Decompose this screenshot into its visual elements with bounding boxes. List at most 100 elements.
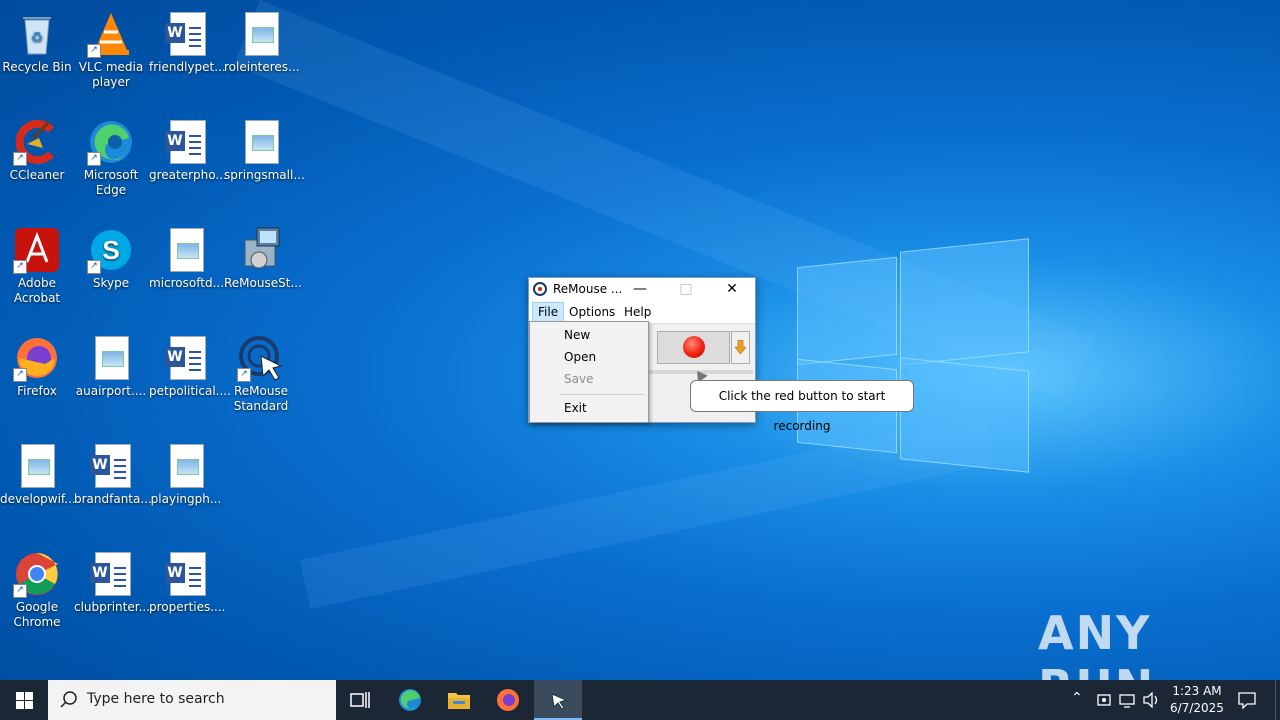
chevron-up-icon[interactable]: ⌃ (1071, 690, 1083, 706)
menu-separator (560, 394, 644, 395)
remouse-icon (551, 693, 568, 710)
desktop-icon-properties[interactable]: W properties.... (149, 546, 226, 615)
ccleaner-icon: ↗ (13, 118, 61, 166)
edge-icon (399, 689, 421, 711)
window-title: ReMouse ... (553, 282, 623, 296)
file-menu-dropdown: New Open Save Exit (529, 321, 649, 423)
desktop-icon-playingph[interactable]: playingph... (149, 438, 223, 507)
security-icon[interactable] (1096, 692, 1112, 708)
shortcut-arrow-icon: ↗ (87, 260, 101, 274)
word-document-icon: W (162, 118, 210, 166)
word-document-icon: W (87, 442, 135, 490)
image-document-icon (237, 118, 285, 166)
desktop-icon-friendlypet[interactable]: W friendlypet... (149, 6, 226, 75)
shortcut-arrow-icon: ↗ (13, 152, 27, 166)
close-button[interactable]: ✕ (709, 278, 755, 301)
desktop-icon-ccleaner[interactable]: ↗ CCleaner (0, 114, 74, 183)
image-document-icon (162, 226, 210, 274)
shortcut-arrow-icon: ↗ (13, 260, 27, 274)
menu-item-new[interactable]: New (530, 324, 646, 346)
chrome-icon: ↗ (13, 550, 61, 598)
word-document-icon: W (162, 10, 210, 58)
word-document-icon: W (87, 550, 135, 598)
desktop-icon-skype[interactable]: S ↗ Skype (74, 222, 148, 291)
desktop-icon-acrobat[interactable]: ↗ Adobe Acrobat (0, 222, 74, 306)
task-view-icon (350, 692, 370, 708)
desktop-icon-chrome[interactable]: ↗ Google Chrome (0, 546, 74, 630)
desktop-icon-microsoftd[interactable]: microsoftd... (149, 222, 224, 291)
desktop-icon-firefox[interactable]: ↗ Firefox (0, 330, 74, 399)
menu-item-open[interactable]: Open (530, 346, 646, 368)
acrobat-icon: ↗ (13, 226, 61, 274)
recycle-bin-icon: ♻ (13, 10, 61, 58)
image-document-icon (13, 442, 61, 490)
record-options-dropdown[interactable] (731, 331, 750, 364)
taskbar-firefox[interactable] (484, 680, 532, 720)
record-dot-icon (683, 336, 705, 358)
search-icon (60, 691, 77, 708)
minimize-button[interactable]: — (617, 278, 663, 301)
taskbar-search-box[interactable]: Type here to search (48, 680, 336, 720)
desktop-icon-springsmall[interactable]: springsmall... (224, 114, 305, 183)
clock-time: 1:23 AM (1172, 684, 1222, 698)
shortcut-arrow-icon: ↗ (13, 584, 27, 598)
desktop-icon-roleinteres[interactable]: roleinteres... (224, 6, 300, 75)
start-button[interactable] (0, 680, 48, 720)
shortcut-arrow-icon: ↗ (87, 152, 101, 166)
desktop-icon-greaterpho[interactable]: W greaterpho... (149, 114, 227, 183)
taskbar-file-explorer[interactable] (435, 680, 483, 720)
show-desktop-button[interactable] (1275, 680, 1280, 720)
remouse-icon: ↗ (237, 334, 285, 382)
record-button[interactable] (657, 331, 730, 364)
menu-item-save: Save (564, 372, 594, 386)
image-document-icon (237, 10, 285, 58)
taskbar-remouse[interactable] (534, 680, 582, 720)
shortcut-arrow-icon: ↗ (13, 368, 27, 382)
taskbar-clock[interactable]: 1:23 AM 6/7/2025 (1168, 683, 1226, 717)
edge-icon: ↗ (87, 118, 135, 166)
volume-icon[interactable] (1142, 692, 1160, 708)
menu-options[interactable]: Options (564, 303, 620, 321)
windows-start-icon (16, 692, 33, 709)
desktop-icon-brandfanta[interactable]: W brandfanta... (74, 438, 152, 507)
image-document-icon (162, 442, 210, 490)
menu-help[interactable]: Help (619, 303, 656, 321)
firefox-icon: ↗ (13, 334, 61, 382)
image-document-icon (87, 334, 135, 382)
notification-icon[interactable] (1238, 691, 1256, 709)
desktop-icon-auairport[interactable]: auairport.... (74, 330, 148, 399)
network-icon[interactable] (1119, 692, 1135, 708)
svg-text:S: S (102, 235, 119, 265)
menu-file[interactable]: File (532, 302, 565, 322)
word-document-icon: W (162, 334, 210, 382)
remouse-app-icon (533, 282, 547, 296)
desktop-icon-petpolitical[interactable]: W petpolitical.... (149, 330, 231, 399)
skype-icon: S ↗ (87, 226, 135, 274)
desktop-icon-edge[interactable]: ↗ Microsoft Edge (74, 114, 148, 198)
installer-icon (237, 226, 285, 274)
record-tooltip: Click the red button to start recording (690, 380, 914, 433)
desktop-icon-vlc[interactable]: ↗ VLC media player (74, 6, 148, 90)
desktop-icon-remouse-standard[interactable]: ↗ ReMouse Standard (224, 330, 298, 414)
shortcut-arrow-icon: ↗ (237, 368, 251, 382)
menu-item-exit[interactable]: Exit (530, 397, 646, 419)
desktop-icon-clubprinter[interactable]: W clubprinter.... (74, 546, 154, 615)
taskview-button[interactable] (336, 680, 384, 720)
folder-icon (448, 693, 470, 709)
desktop-icon-remousest-installer[interactable]: ReMouseSt... (224, 222, 302, 291)
word-document-icon: W (162, 550, 210, 598)
clock-date: 6/7/2025 (1170, 701, 1224, 715)
vlc-icon: ↗ (87, 10, 135, 58)
arrow-down-icon (735, 340, 746, 354)
window-titlebar[interactable]: ReMouse ... — □ ✕ (529, 278, 755, 301)
taskbar-edge[interactable] (386, 680, 434, 720)
shortcut-arrow-icon: ↗ (87, 44, 101, 58)
anyrun-watermark: ANY RUN (1038, 606, 1153, 680)
search-placeholder: Type here to search (87, 691, 225, 707)
firefox-icon (497, 689, 519, 711)
maximize-button[interactable]: □ (663, 278, 709, 301)
desktop-icon-recycle-bin[interactable]: ♻ Recycle Bin (0, 6, 74, 75)
desktop-icon-developwif[interactable]: developwif... (0, 438, 76, 507)
taskbar: Type here to search ⌃ 1:23 AM 6/7/2025 (0, 680, 1280, 720)
svg-text:♻: ♻ (31, 30, 44, 46)
